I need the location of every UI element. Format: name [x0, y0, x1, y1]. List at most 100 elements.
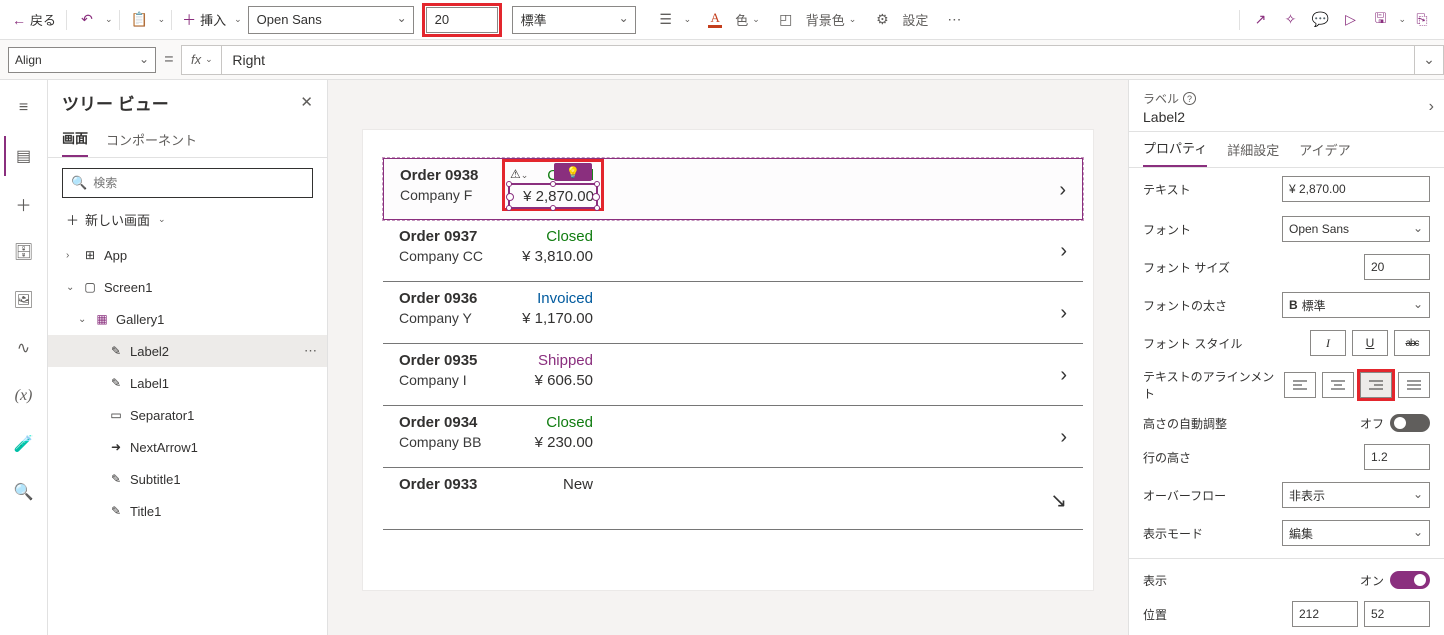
- rail-variables-icon[interactable]: (x): [4, 376, 44, 416]
- tree-item-gallery1[interactable]: ⌄ ▦ Gallery1: [48, 303, 327, 335]
- tree-item-label1[interactable]: ✎ Label1: [48, 367, 327, 399]
- gallery-row[interactable]: Order 0938 Company F Closed ⚠⌄ 💡 ¥ 2,870…: [383, 158, 1083, 220]
- rail-tree-icon[interactable]: ▤: [4, 136, 44, 176]
- close-icon[interactable]: ✕: [300, 93, 313, 111]
- search-field[interactable]: [93, 176, 304, 190]
- undo-button[interactable]: ↶: [73, 6, 101, 34]
- tab-ideas[interactable]: アイデア: [1299, 140, 1350, 167]
- ideas-pill[interactable]: 💡: [554, 163, 592, 181]
- save-button[interactable]: 🖫: [1366, 6, 1394, 34]
- paste-button[interactable]: 📋: [126, 6, 154, 34]
- prop-text-input[interactable]: ¥ 2,870.00: [1282, 176, 1430, 202]
- top-toolbar: ←戻る ↶ ⌄ 📋 ⌄ ＋挿入 ⌄ Open Sans 20 標準 ☰ ⌄ A …: [0, 0, 1444, 40]
- align-left-button[interactable]: [1284, 372, 1316, 398]
- next-arrow-icon[interactable]: ›: [1060, 240, 1067, 263]
- chevron-down-icon[interactable]: ⌄: [684, 14, 692, 25]
- gallery-row[interactable]: Order 0934 Company BB Closed¥ 230.00›: [383, 406, 1083, 468]
- settings-button[interactable]: ⚙: [868, 6, 896, 34]
- prop-font-select[interactable]: Open Sans: [1282, 216, 1430, 242]
- share-button[interactable]: ↗: [1246, 6, 1274, 34]
- tree-item-nextarrow1[interactable]: ➜ NextArrow1: [48, 431, 327, 463]
- chevron-down-icon[interactable]: ⌄: [66, 282, 76, 293]
- align-center-button[interactable]: [1322, 372, 1354, 398]
- rail-search-icon[interactable]: 🔍: [4, 472, 44, 512]
- align-right-button[interactable]: [1360, 372, 1392, 398]
- tree-item-screen1[interactable]: ⌄ ▢ Screen1: [48, 271, 327, 303]
- gallery-row[interactable]: Order 0933 New↘: [383, 468, 1083, 530]
- tab-properties[interactable]: プロパティ: [1143, 138, 1207, 167]
- copilot-button[interactable]: ✧: [1276, 6, 1304, 34]
- font-color-button[interactable]: A: [701, 6, 729, 34]
- gallery-row[interactable]: Order 0935 Company I Shipped¥ 606.50›: [383, 344, 1083, 406]
- publish-button[interactable]: ⎘: [1408, 6, 1436, 34]
- search-input[interactable]: 🔍: [62, 168, 313, 198]
- chevron-right-icon[interactable]: ›: [66, 250, 76, 261]
- chevron-down-icon[interactable]: ⌄: [234, 14, 242, 25]
- next-arrow-icon[interactable]: ↘: [1050, 488, 1067, 513]
- underline-button[interactable]: U: [1352, 330, 1388, 356]
- chevron-down-icon[interactable]: ⌄: [752, 14, 760, 25]
- tree-item-separator1[interactable]: ▭ Separator1: [48, 399, 327, 431]
- chevron-right-icon[interactable]: ›: [1429, 98, 1434, 116]
- rail-media-icon[interactable]: 🖼: [4, 280, 44, 320]
- new-screen-button[interactable]: ＋ 新しい画面 ⌄: [48, 206, 327, 239]
- autoheight-toggle[interactable]: [1390, 414, 1430, 432]
- rail-tests-icon[interactable]: 🧪: [4, 424, 44, 464]
- tab-components[interactable]: コンポーネント: [106, 130, 197, 157]
- gallery[interactable]: Order 0938 Company F Closed ⚠⌄ 💡 ¥ 2,870…: [383, 158, 1083, 530]
- prop-displaymode-select[interactable]: 編集: [1282, 520, 1430, 546]
- strike-button[interactable]: abc: [1394, 330, 1430, 356]
- italic-button[interactable]: I: [1310, 330, 1346, 356]
- formula-input[interactable]: Right: [221, 45, 1414, 75]
- more-button[interactable]: ⋯: [940, 6, 968, 34]
- property-select[interactable]: Align: [8, 47, 156, 73]
- tab-advanced[interactable]: 詳細設定: [1227, 140, 1279, 167]
- more-icon[interactable]: ⋯: [304, 343, 317, 359]
- warning-icon[interactable]: ⚠⌄: [510, 167, 528, 181]
- prop-lineheight-input[interactable]: 1.2: [1364, 444, 1430, 470]
- prop-y-input[interactable]: 52: [1364, 601, 1430, 627]
- chevron-down-icon[interactable]: ⌄: [105, 14, 113, 25]
- tree-item-label2[interactable]: ✎ Label2 ⋯: [48, 335, 327, 367]
- app-canvas[interactable]: Order 0938 Company F Closed ⚠⌄ 💡 ¥ 2,870…: [363, 130, 1093, 590]
- font-weight-select[interactable]: 標準: [512, 6, 636, 34]
- status-label: Shipped: [533, 352, 593, 369]
- back-button[interactable]: ←戻る: [8, 6, 60, 34]
- rail-data-icon[interactable]: 🗄: [4, 232, 44, 272]
- tree-item-app[interactable]: › ⊞ App: [48, 239, 327, 271]
- chevron-down-icon[interactable]: ⌄: [849, 14, 857, 25]
- tab-screens[interactable]: 画面: [62, 128, 88, 157]
- chevron-down-icon[interactable]: ⌄: [1398, 14, 1406, 25]
- align-justify-button[interactable]: [1398, 372, 1430, 398]
- prop-weight-select[interactable]: B標準: [1282, 292, 1430, 318]
- formula-expand-button[interactable]: ⌄: [1414, 45, 1444, 75]
- next-arrow-icon[interactable]: ›: [1060, 302, 1067, 325]
- chevron-down-icon[interactable]: ⌄: [158, 14, 166, 25]
- fx-button[interactable]: fx⌄: [181, 45, 221, 75]
- chevron-down-icon[interactable]: ⌄: [78, 314, 88, 325]
- prop-fontsize-input[interactable]: 20: [1364, 254, 1430, 280]
- border-button[interactable]: ☰: [652, 6, 680, 34]
- info-icon[interactable]: ?: [1183, 92, 1196, 105]
- font-size-input[interactable]: 20: [426, 7, 498, 33]
- canvas-area[interactable]: Order 0938 Company F Closed ⚠⌄ 💡 ¥ 2,870…: [328, 80, 1128, 635]
- gallery-row[interactable]: Order 0937 Company CC Closed¥ 3,810.00›: [383, 220, 1083, 282]
- gallery-row[interactable]: Order 0936 Company Y Invoiced¥ 1,170.00›: [383, 282, 1083, 344]
- tree-item-title1[interactable]: ✎ Title1: [48, 495, 327, 527]
- prop-x-input[interactable]: 212: [1292, 601, 1358, 627]
- prop-overflow-select[interactable]: 非表示: [1282, 482, 1430, 508]
- bg-color-button[interactable]: ◰: [772, 6, 800, 34]
- comments-button[interactable]: 💬: [1306, 6, 1334, 34]
- font-select[interactable]: Open Sans: [248, 6, 414, 34]
- next-arrow-icon[interactable]: ›: [1060, 426, 1067, 449]
- selected-label2[interactable]: ¥ 2,870.00: [510, 185, 596, 207]
- insert-button[interactable]: ＋挿入: [178, 6, 230, 34]
- visible-toggle[interactable]: [1390, 571, 1430, 589]
- tree-item-subtitle1[interactable]: ✎ Subtitle1: [48, 463, 327, 495]
- next-arrow-icon[interactable]: ›: [1060, 364, 1067, 387]
- rail-flows-icon[interactable]: ∿: [4, 328, 44, 368]
- preview-button[interactable]: ▷: [1336, 6, 1364, 34]
- next-arrow-icon[interactable]: ›: [1059, 179, 1066, 202]
- rail-insert-icon[interactable]: ＋: [4, 184, 44, 224]
- rail-hamburger-icon[interactable]: ≡: [4, 88, 44, 128]
